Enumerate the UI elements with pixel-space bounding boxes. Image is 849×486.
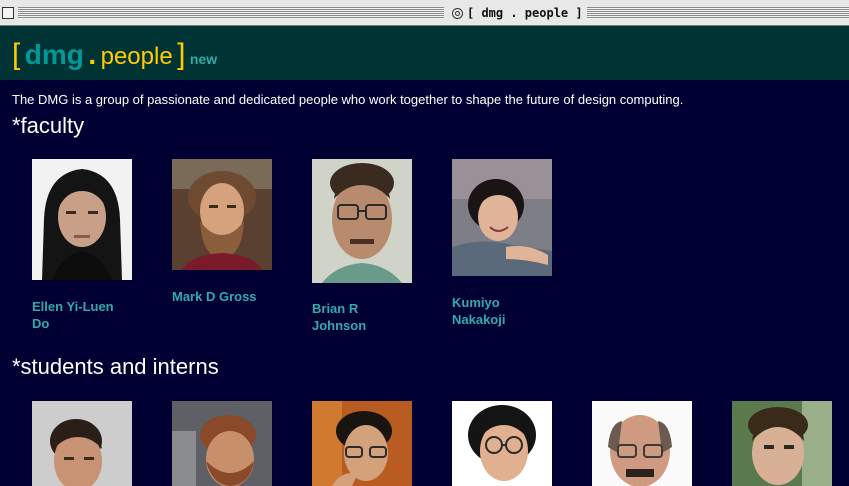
faculty-photo-ellen[interactable] xyxy=(32,159,132,280)
student-photo[interactable] xyxy=(172,401,272,486)
intro-text: The DMG is a group of passionate and ded… xyxy=(12,92,684,107)
faculty-name-link[interactable]: Brian R Johnson xyxy=(312,300,412,334)
logo-people: people xyxy=(100,43,173,70)
logo-bracket-open: [ xyxy=(12,38,21,71)
faculty-name-link[interactable]: Ellen Yi-Luen Do xyxy=(32,298,132,332)
window-title: [ dmg . people ] xyxy=(448,5,587,21)
faculty-photo-kumiyo[interactable] xyxy=(452,159,552,276)
titlebar-stripes xyxy=(18,7,444,19)
new-link[interactable]: new xyxy=(190,51,217,67)
logo-dmg: dmg xyxy=(24,39,84,70)
logo-dot: . xyxy=(88,39,97,70)
section-heading-students: *students and interns xyxy=(12,354,219,379)
student-photo[interactable] xyxy=(32,401,132,486)
page-header: [ dmg . people ] new xyxy=(0,26,849,80)
student-photo[interactable] xyxy=(732,401,832,486)
faculty-photo-brian[interactable] xyxy=(312,159,412,283)
browser-page-icon xyxy=(452,7,463,19)
student-photo[interactable] xyxy=(452,401,552,486)
faculty-photo-mark[interactable] xyxy=(172,159,272,270)
student-photo[interactable] xyxy=(592,401,692,486)
site-logo: [ dmg . people ] new xyxy=(12,38,217,72)
section-heading-faculty: *faculty xyxy=(12,113,85,138)
logo-bracket-close: ] xyxy=(177,38,186,71)
student-photo[interactable] xyxy=(312,401,412,486)
close-box-icon[interactable] xyxy=(2,7,14,19)
window-titlebar[interactable]: [ dmg . people ] xyxy=(0,0,849,26)
titlebar-stripes xyxy=(568,7,849,19)
window-title-text: [ dmg . people ] xyxy=(467,6,583,20)
faculty-name-link[interactable]: Mark D Gross xyxy=(172,288,272,305)
faculty-name-link[interactable]: Kumiyo Nakakoji xyxy=(452,294,552,328)
